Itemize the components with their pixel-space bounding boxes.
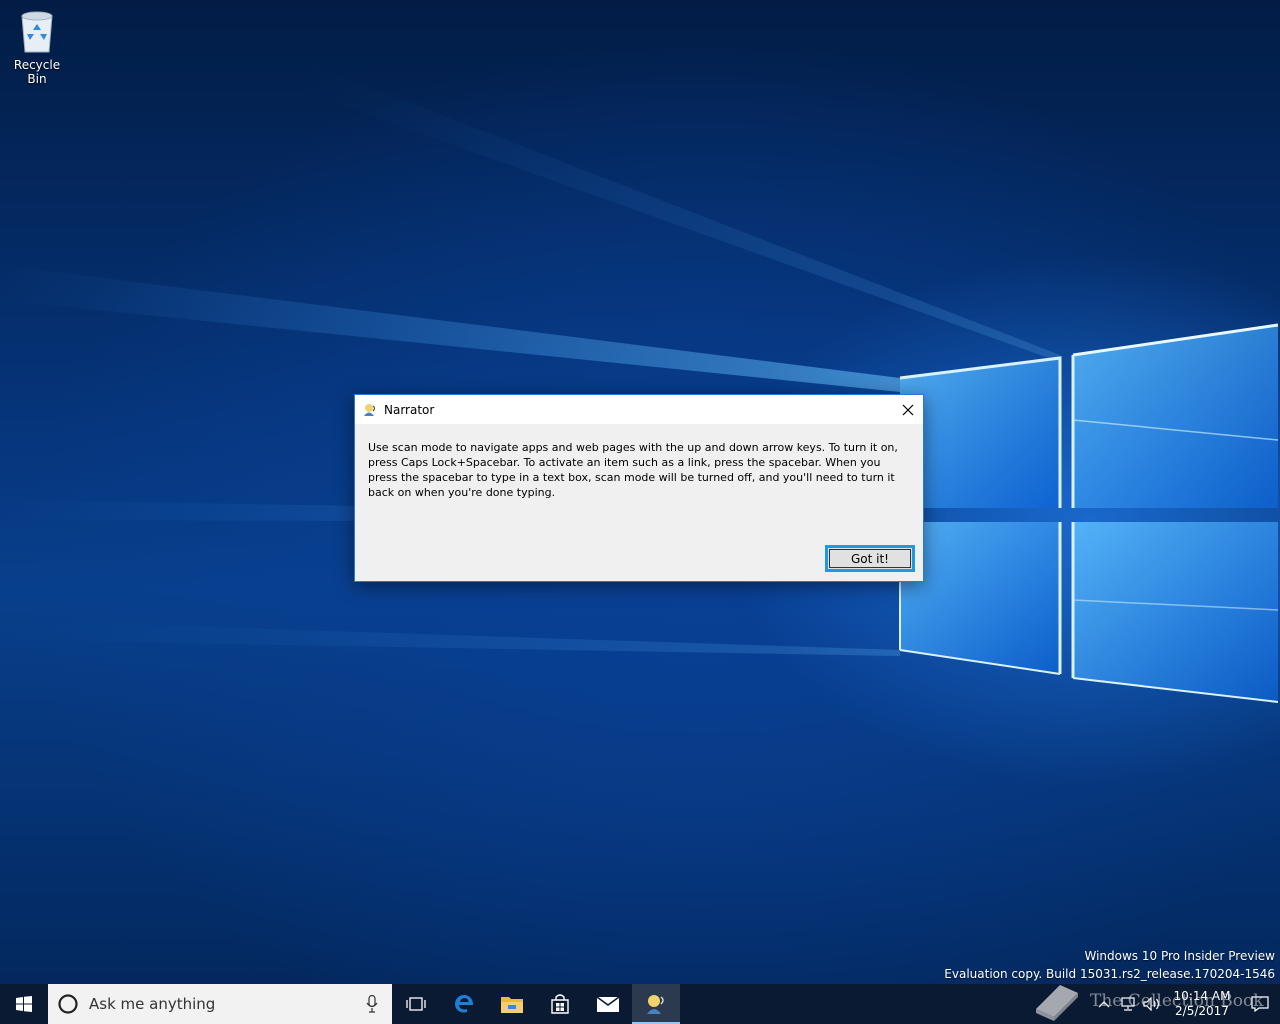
recycle-bin-icon	[16, 6, 58, 54]
dialog-message: Use scan mode to navigate apps and web p…	[368, 441, 898, 499]
show-hidden-icons-button[interactable]	[1092, 984, 1116, 1024]
network-button[interactable]	[1116, 984, 1140, 1024]
cortana-icon	[58, 994, 78, 1014]
narrator-taskbar-button[interactable]	[632, 984, 680, 1024]
speaker-icon	[1143, 997, 1160, 1011]
clock-time: 10:14 AM	[1173, 989, 1231, 1003]
system-tray: 10:14 AM 2/5/2017	[1092, 984, 1280, 1024]
got-it-button[interactable]: Got it!	[825, 545, 915, 572]
desktop: Recycle Bin Windows 10 Pro Insider Previ…	[0, 0, 1280, 984]
search-placeholder: Ask me anything	[89, 995, 216, 1013]
file-explorer-icon	[501, 997, 523, 1013]
taskbar: Ask me anything 10:14 AM 2/5/2017	[0, 984, 1280, 1024]
chevron-up-icon	[1098, 1001, 1110, 1008]
mail-button[interactable]	[584, 984, 632, 1024]
clock-date: 2/5/2017	[1175, 1004, 1229, 1018]
task-view-icon	[406, 997, 426, 1011]
action-center-button[interactable]	[1240, 984, 1280, 1024]
watermark-edition: Windows 10 Pro Insider Preview	[1084, 949, 1275, 963]
narrator-dialog: Narrator Use scan mode to navigate apps …	[354, 394, 924, 582]
search-box[interactable]: Ask me anything	[48, 984, 392, 1024]
taskbar-clock[interactable]: 10:14 AM 2/5/2017	[1172, 989, 1232, 1019]
dialog-titlebar[interactable]: Narrator	[355, 395, 923, 424]
microphone-icon[interactable]	[366, 995, 378, 1013]
watermark-build: Evaluation copy. Build 15031.rs2_release…	[944, 967, 1275, 981]
close-button[interactable]	[893, 395, 923, 424]
close-icon	[902, 404, 914, 415]
task-view-button[interactable]	[392, 984, 440, 1024]
edge-icon	[455, 995, 474, 1013]
network-icon	[1121, 997, 1135, 1011]
narrator-icon	[364, 403, 375, 416]
recycle-bin-label: Recycle Bin	[13, 58, 61, 86]
narrator-icon	[647, 995, 664, 1014]
got-it-label: Got it!	[829, 549, 911, 568]
store-button[interactable]	[536, 984, 584, 1024]
notification-icon	[1251, 996, 1269, 1012]
edge-button[interactable]	[440, 984, 488, 1024]
windows-start-icon	[16, 996, 32, 1012]
dialog-title: Narrator	[384, 402, 435, 417]
volume-button[interactable]	[1140, 984, 1164, 1024]
desktop-icon-recycle-bin[interactable]: Recycle Bin	[4, 6, 70, 86]
start-button[interactable]	[0, 984, 48, 1024]
file-explorer-button[interactable]	[488, 984, 536, 1024]
mail-icon	[596, 996, 620, 1012]
store-icon	[551, 994, 569, 1014]
